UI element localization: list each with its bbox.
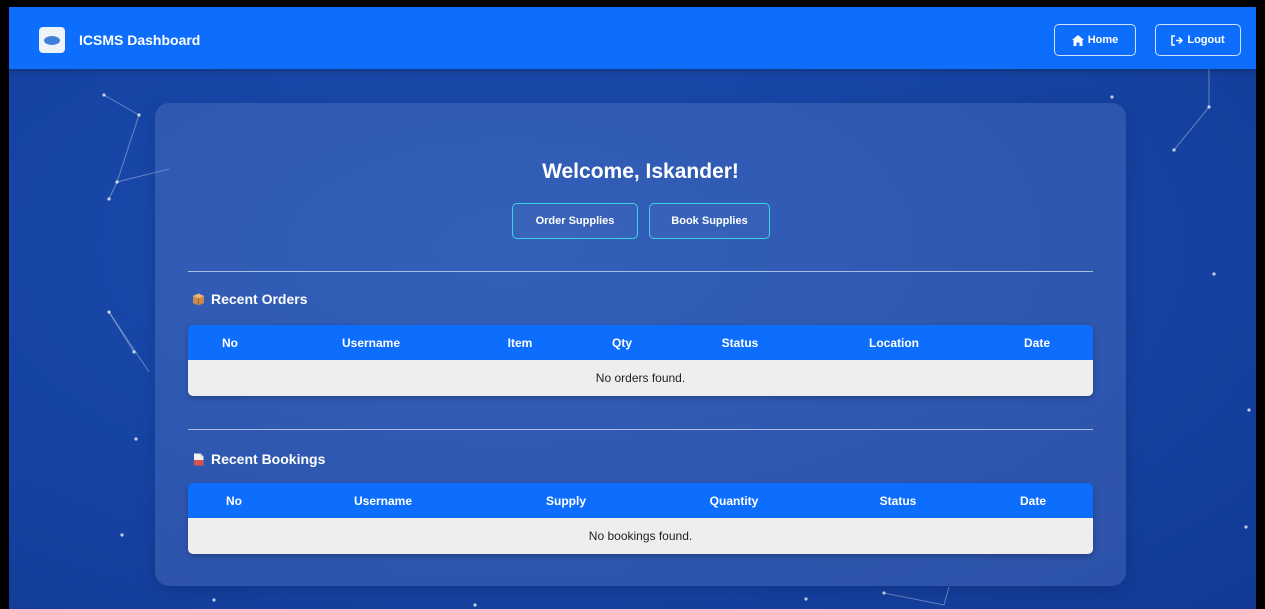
top-navbar: ICSMS Dashboard Home Logout: [9, 7, 1256, 69]
column-header-status: Status: [721, 336, 759, 350]
column-header-location: Location: [869, 336, 919, 350]
page-frame: ICSMS Dashboard Home Logout Welcome, Isk…: [9, 7, 1256, 609]
recent-bookings-title: Recent Bookings: [211, 451, 326, 467]
column-header-username: Username: [353, 494, 413, 508]
column-header-no: No: [222, 336, 238, 350]
divider: [188, 429, 1093, 430]
column-header-quantity: Quantity: [709, 494, 759, 508]
welcome-heading: Welcome, Iskander!: [542, 160, 739, 183]
package-icon: [193, 293, 204, 305]
logout-icon: [1171, 34, 1184, 46]
home-button[interactable]: Home: [1054, 24, 1136, 56]
home-icon: [1071, 34, 1084, 46]
orders-table-header: No Username Item Qty Status Location Dat…: [188, 325, 1093, 360]
document-icon: [194, 453, 204, 465]
column-header-supply: Supply: [545, 494, 587, 508]
column-header-date: Date: [1023, 336, 1051, 350]
column-header-date: Date: [1019, 494, 1047, 508]
book-supplies-button[interactable]: Book Supplies: [649, 203, 770, 239]
column-header-qty: Qty: [611, 336, 633, 350]
bookings-table-header: No Username Supply Quantity Status Date: [188, 483, 1093, 518]
home-button-label: Home: [1087, 34, 1119, 46]
logout-button-label: Logout: [1187, 34, 1225, 46]
column-header-username: Username: [341, 336, 401, 350]
brand-title: ICSMS Dashboard: [79, 32, 201, 48]
recent-orders-title: Recent Orders: [211, 291, 308, 307]
order-supplies-button[interactable]: Order Supplies: [512, 203, 638, 239]
column-header-status: Status: [879, 494, 917, 508]
bookings-empty-row: No bookings found.: [188, 518, 1093, 554]
column-header-no: No: [226, 494, 242, 508]
column-header-item: Item: [507, 336, 533, 350]
logout-button[interactable]: Logout: [1155, 24, 1241, 56]
dashboard-card: Welcome, Iskander! Order Supplies Book S…: [155, 103, 1126, 586]
divider: [188, 271, 1093, 272]
bookings-table: No Username Supply Quantity Status Date …: [188, 483, 1093, 554]
orders-empty-row: No orders found.: [188, 360, 1093, 396]
recent-bookings-heading: Recent Bookings: [192, 451, 325, 467]
brand-logo: [39, 27, 65, 53]
recent-orders-heading: Recent Orders: [192, 291, 307, 307]
orders-table: No Username Item Qty Status Location Dat…: [188, 325, 1093, 396]
